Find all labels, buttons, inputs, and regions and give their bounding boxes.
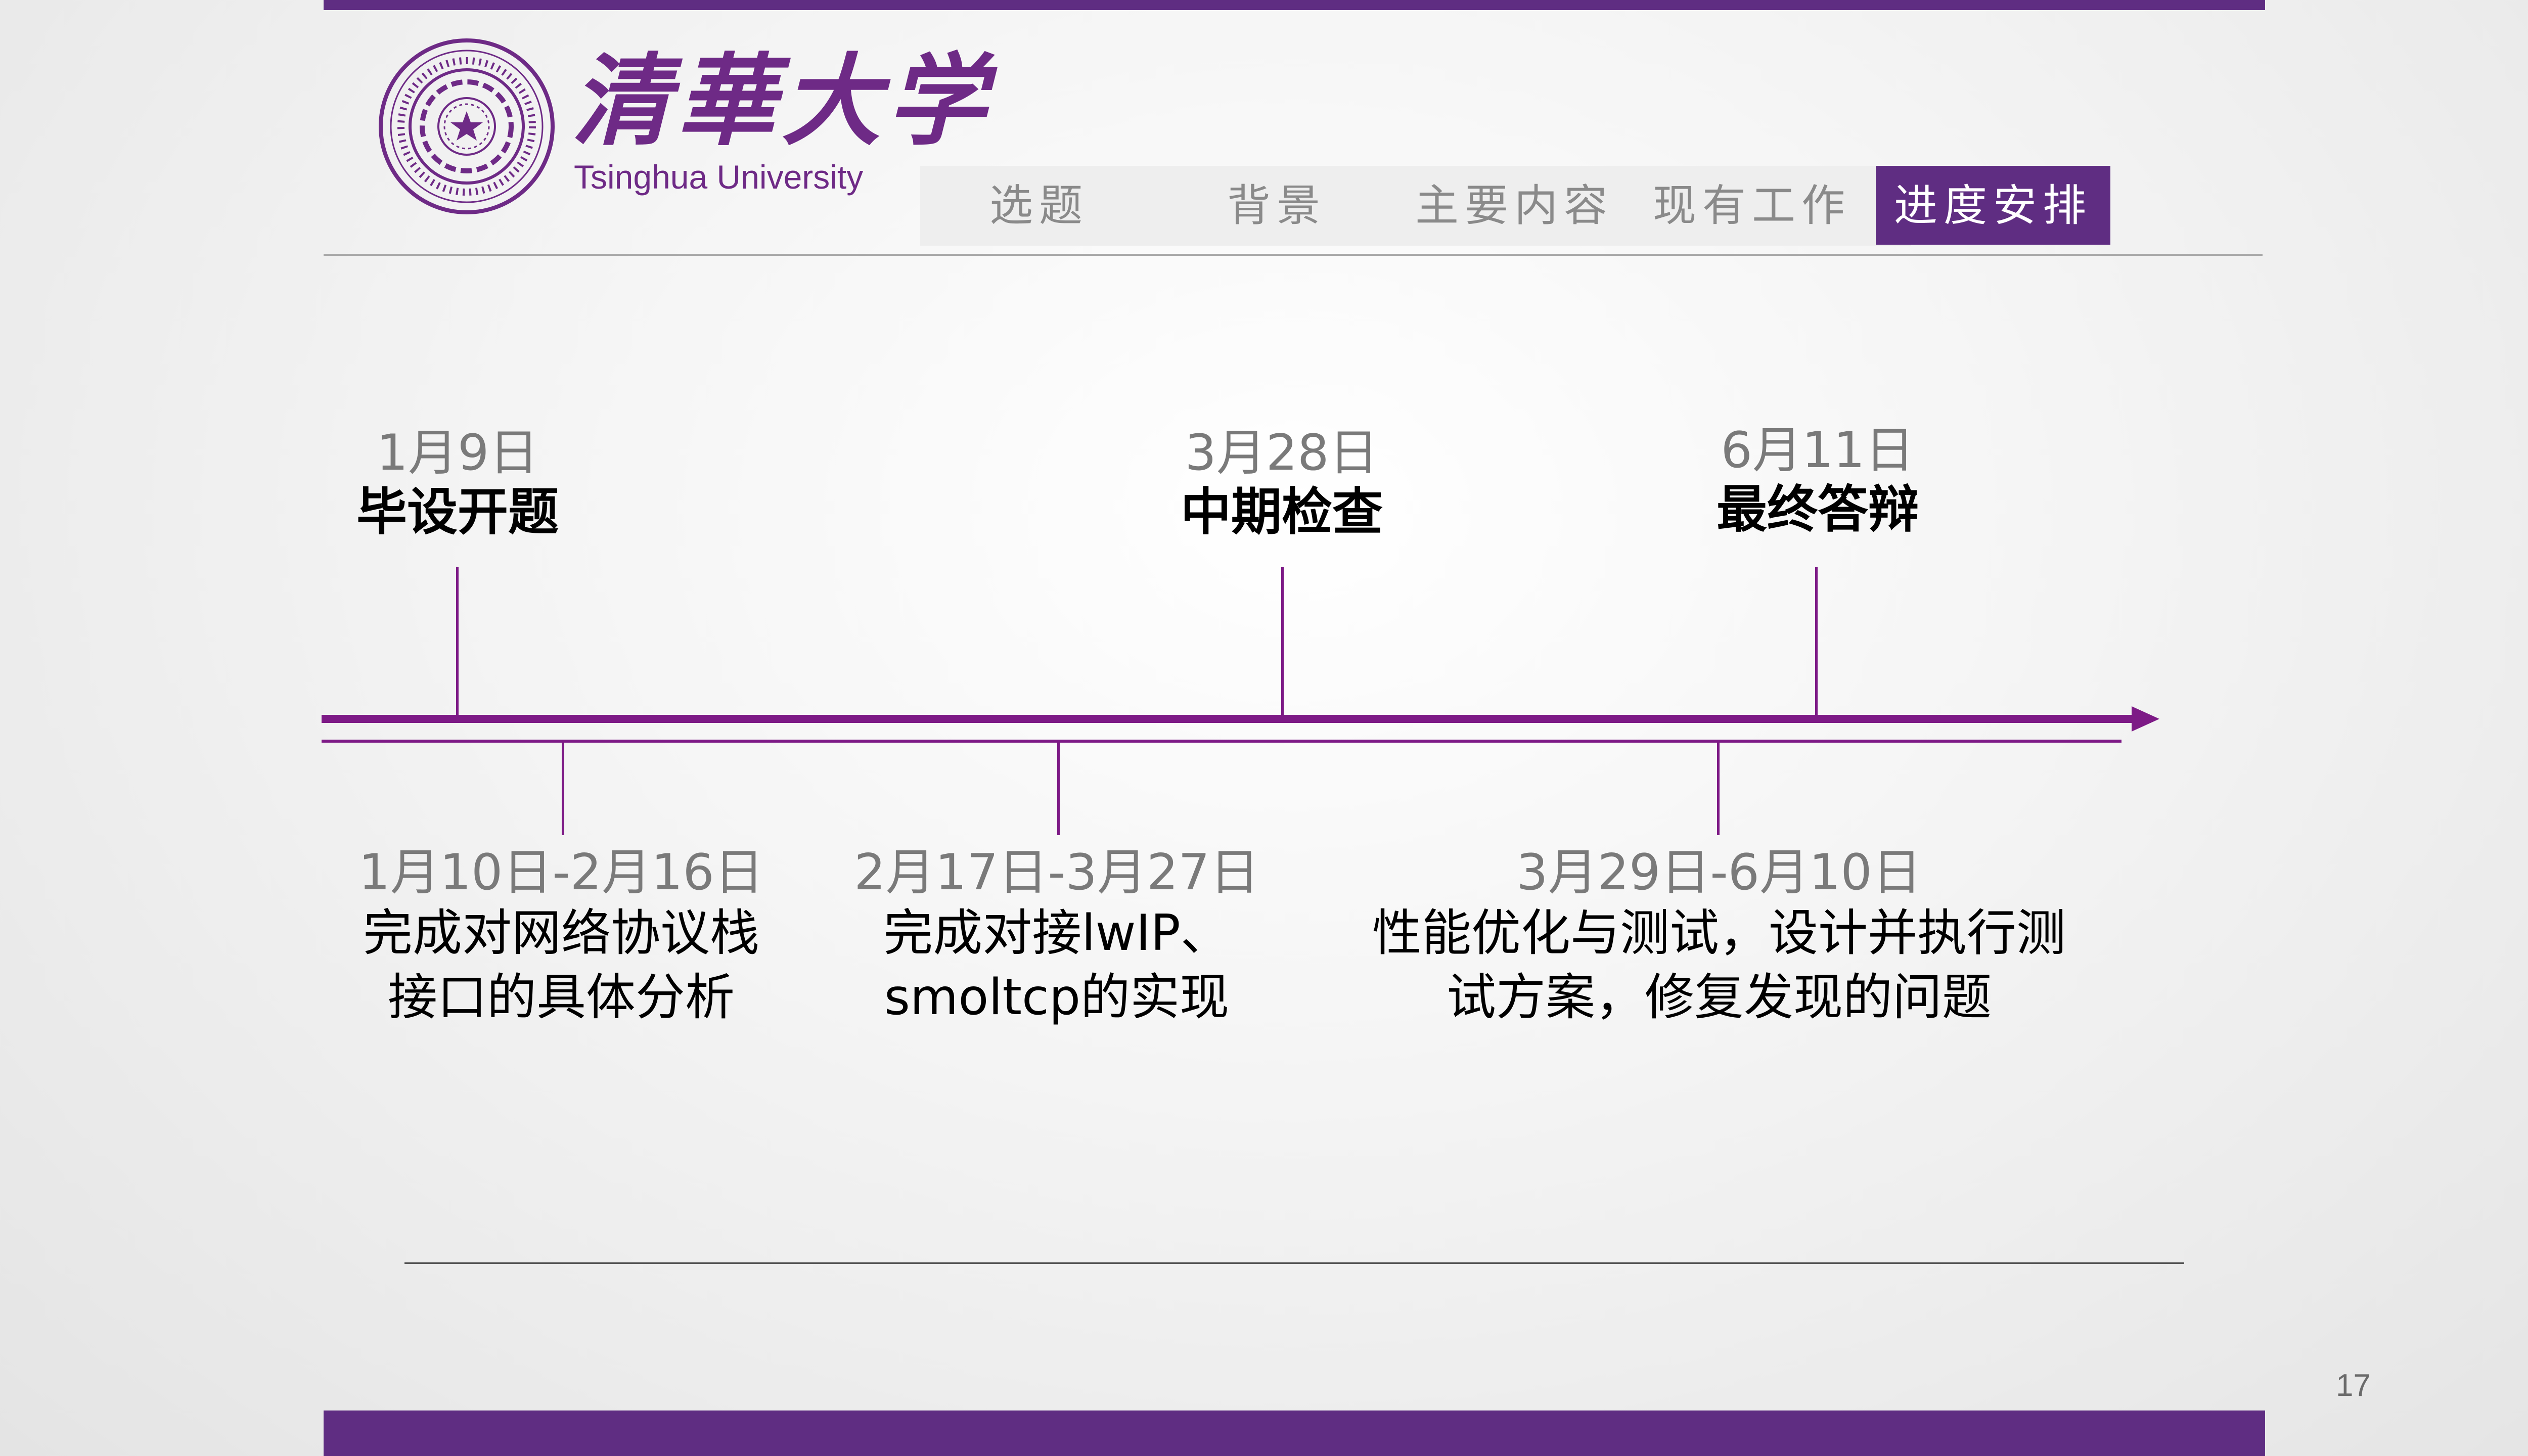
phase-tick [1717,742,1720,835]
phase-desc-line: 性能优化与测试，设计并执行测 [1372,904,2066,962]
tsinghua-seal-icon [379,38,555,214]
milestone-defense: 6月11日 最终答辩 [1676,422,1959,540]
section-nav: 选题 背景 主要内容 现有工作 [920,166,1911,246]
milestone-midterm: 3月28日 中期检查 [1140,425,1423,542]
university-logo: 清華大学 Tsinghua University [377,36,986,218]
slide: 清華大学 Tsinghua University 选题 背景 主要内容 现有工作… [0,0,2528,1456]
phase-implementation: 2月17日-3月27日 完成对接lwIP、 smoltcp的实现 [809,844,1304,1030]
milestone-date: 3月28日 [1185,424,1379,482]
university-name-en: Tsinghua University [574,158,864,196]
phase-desc-line: 接口的具体分析 [387,969,735,1027]
milestone-proposal: 1月9日 毕设开题 [356,425,559,542]
timeline-underline [322,740,2121,743]
phase-tick [562,742,564,835]
tab-topic[interactable]: 选题 [920,166,1158,246]
phase-desc-line: 完成对网络协议栈 [363,904,759,962]
tab-main-content[interactable]: 主要内容 [1395,166,1633,246]
milestone-date: 1月9日 [376,424,539,482]
milestone-label: 毕设开题 [356,482,559,541]
footer-divider [404,1262,2184,1264]
phase-date: 2月17日-3月27日 [854,844,1259,901]
tab-schedule[interactable]: 进度安排 [1876,166,2110,245]
phase-desc-line: 完成对接lwIP、 [883,904,1230,962]
milestone-tick [456,567,459,717]
tab-existing-work[interactable]: 现有工作 [1633,166,1871,246]
phase-date: 3月29日-6月10日 [1516,844,1922,901]
phase-desc-line: 试方案，修复发现的问题 [1446,969,1992,1027]
tab-background[interactable]: 背景 [1158,166,1395,246]
milestone-label: 中期检查 [1181,482,1383,541]
milestone-tick [1815,567,1818,717]
phase-testing: 3月29日-6月10日 性能优化与测试，设计并执行测 试方案，修复发现的问题 [1310,844,2129,1030]
phase-date: 1月10日-2月16日 [358,844,764,901]
phase-tick [1057,742,1060,835]
milestone-date: 6月11日 [1721,422,1915,479]
phase-analysis: 1月10日-2月16日 完成对网络协议栈 接口的具体分析 [324,844,799,1030]
phase-desc-line: smoltcp的实现 [884,969,1230,1027]
milestone-label: 最终答辩 [1717,479,1919,539]
page-number: 17 [2336,1368,2371,1403]
timeline-arrow-icon [2132,706,2159,732]
bottom-accent-bar [324,1410,2265,1456]
top-accent-bar [324,0,2265,10]
header-divider [324,254,2263,256]
university-name-cn: 清華大学 [571,43,992,159]
milestone-tick [1281,567,1284,717]
timeline-axis [322,715,2137,723]
